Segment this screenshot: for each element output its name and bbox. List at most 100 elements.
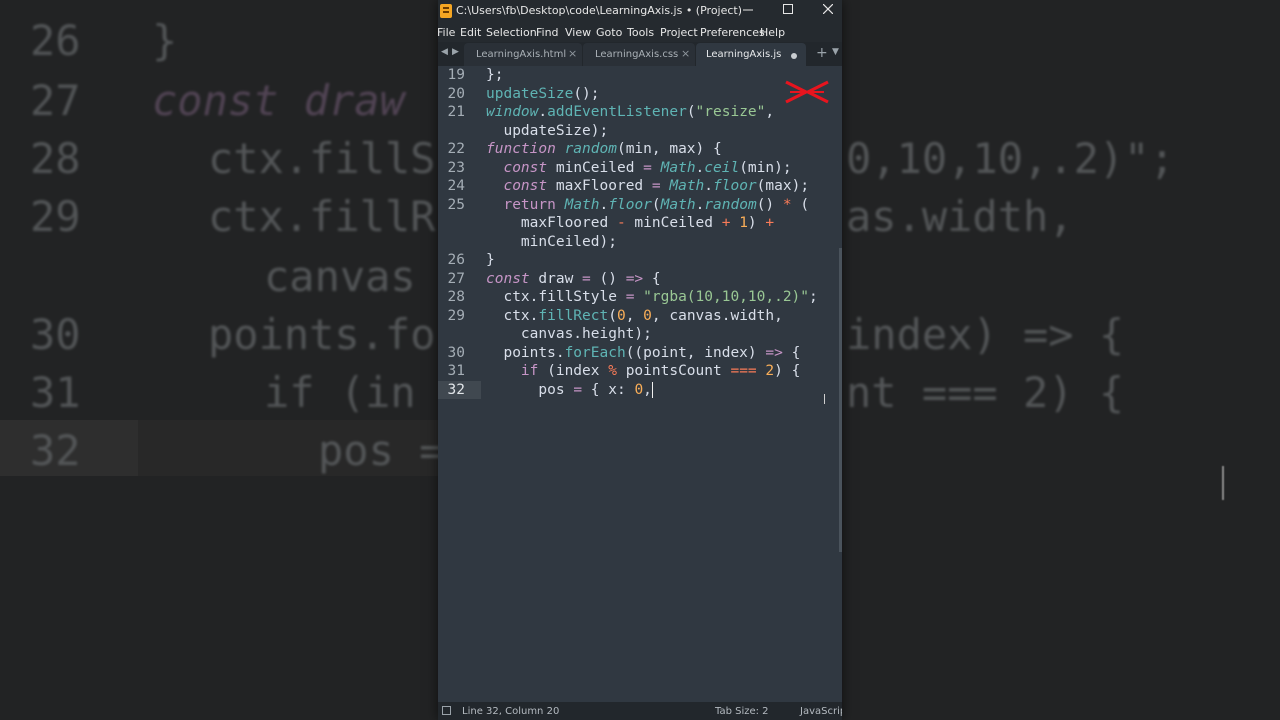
menu-project[interactable]: Project [660,26,698,39]
new-tab-plus-icon[interactable]: + [816,45,828,61]
tab-label: LearningAxis.js [706,49,782,60]
code-text[interactable]: const maxFloored = Math.floor(max); [486,177,809,196]
minimize-icon [743,9,753,11]
code-line[interactable]: 22 function random(min, max) { [438,140,842,159]
bg-code: ctx.fillR [208,192,436,241]
menu-file[interactable]: File [438,26,455,39]
code-text[interactable]: window.addEventListener("resize", [486,103,774,122]
menu-find[interactable]: Find [536,26,559,39]
code-line[interactable]: 23 const minCeiled = Math.ceil(min); [438,159,842,178]
code-line[interactable]: 26} [438,251,842,270]
tab-learningaxis-html[interactable]: LearningAxis.html × [464,43,582,66]
code-line[interactable]: minCeiled); [438,233,842,252]
code-line[interactable]: 25 return Math.floor(Math.random() * ( [438,196,842,215]
code-text[interactable]: updateSize); [486,122,608,141]
code-line[interactable]: updateSize); [438,122,842,141]
code-editor[interactable]: 19}; 20 updateSize(); 21 window.addEventList… [438,66,842,702]
code-text[interactable]: const minCeiled = Math.ceil(min); [486,159,791,178]
sublime-app-icon [440,4,452,18]
code-text[interactable]: canvas.height); [486,325,652,344]
code-text[interactable]: minCeiled); [486,233,617,252]
maximize-button[interactable] [768,0,808,22]
modified-dot-icon[interactable] [791,53,797,59]
code-text[interactable]: pos = { x: 0, [486,381,654,400]
line-number [438,233,481,252]
code-line[interactable]: 29 ctx.fillRect(0, 0, canvas.width, [438,307,842,326]
tab-list-chevron-down-icon[interactable]: ▼ [832,47,839,57]
code-line[interactable]: 28 ctx.fillStyle = "rgba(10,10,10,.2)"; [438,288,842,307]
code-text[interactable]: return Math.floor(Math.random() * ( [486,196,809,215]
code-text[interactable]: } [486,251,495,270]
cursor-position[interactable]: Line 32, Column 20 [462,706,559,717]
bg-code: ctx.fillS [208,134,436,183]
title-bar[interactable]: C:\Users\fb\Desktop\code\LearningAxis.js… [438,0,842,22]
menu-selection[interactable]: Selection [486,26,537,39]
menu-goto[interactable]: Goto [596,26,622,39]
line-number: 19 [447,67,465,83]
code-text[interactable]: function random(min, max) { [486,140,722,159]
code-line[interactable]: 30 points.forEach((point, index) => { [438,344,842,363]
tab-bar: ◀ ▶ LearningAxis.html × LearningAxis.css… [438,42,842,66]
line-number: 30 [447,344,465,361]
bg-line-number: 30 [30,310,81,359]
menu-view[interactable]: View [565,26,591,39]
menu-preferences[interactable]: Preferences [700,26,765,39]
text-caret [651,381,654,398]
menu-help[interactable]: Help [760,26,785,39]
line-number [438,325,481,344]
mouse-ibeam-icon [824,394,829,404]
code-line[interactable]: 21 window.addEventListener("resize", [438,103,842,122]
line-number: 20 [447,85,465,102]
menu-bar: File Edit Selection Find View Goto Tools… [438,22,842,42]
minimize-button[interactable] [728,0,768,22]
bg-code: pos = [318,426,445,475]
scrollbar[interactable] [839,248,842,552]
code-text[interactable]: ctx.fillStyle = "rgba(10,10,10,.2)"; [486,288,817,307]
code-text[interactable]: updateSize(); [486,85,600,104]
tab-scroll-right-icon[interactable]: ▶ [452,47,459,57]
code-line[interactable]: maxFloored - minCeiled + 1) + [438,214,842,233]
menu-edit[interactable]: Edit [460,26,481,39]
tab-label: LearningAxis.html [476,49,567,60]
bg-ibeam-cursor-icon [1222,466,1238,500]
code-text[interactable]: }; [486,66,503,85]
close-button[interactable] [808,0,842,22]
line-number: 27 [447,270,465,287]
code-text[interactable]: ctx.fillRect(0, 0, canvas.width, [486,307,782,326]
line-number: 31 [447,363,465,379]
tab-scroll-left-icon[interactable]: ◀ [441,47,448,57]
tab-close-icon[interactable]: × [568,47,577,60]
code-text[interactable]: const draw = () => { [486,270,661,289]
code-text[interactable]: if (index % pointsCount === 2) { [486,362,800,381]
sublime-window: C:\Users\fb\Desktop\code\LearningAxis.js… [438,0,842,720]
tab-label: LearningAxis.css [595,49,679,60]
code-line[interactable]: 24 const maxFloored = Math.floor(max); [438,177,842,196]
tab-close-icon[interactable]: × [681,47,690,60]
code-line[interactable]: 27 const draw = () => { [438,270,842,289]
bg-line-number: 29 [30,192,81,241]
syntax-selector[interactable]: JavaScript [800,706,842,717]
code-line[interactable]: 19}; [438,66,842,85]
bg-code-right: as.width, [846,192,1074,241]
code-line[interactable]: 32 pos = { x: 0, [438,380,842,400]
tab-learningaxis-css[interactable]: LearningAxis.css × [583,43,695,66]
panel-toggle-icon[interactable] [442,706,451,715]
bg-line-number: 27 [30,76,81,125]
line-number: 32 [438,380,481,399]
bg-code: points.fo [208,310,436,359]
bg-code: canvas [264,252,416,301]
code-line[interactable]: 31 if (index % pointsCount === 2) { [438,362,842,381]
menu-tools[interactable]: Tools [627,26,654,39]
code-line[interactable]: canvas.height); [438,325,842,344]
line-number [438,122,481,141]
line-number [438,214,481,233]
window-title: C:\Users\fb\Desktop\code\LearningAxis.js… [456,4,741,17]
tab-learningaxis-js[interactable]: LearningAxis.js [696,43,806,66]
tab-size[interactable]: Tab Size: 2 [715,706,769,717]
line-number: 21 [447,104,465,120]
code-text[interactable]: maxFloored - minCeiled + 1) + [486,214,774,233]
channel-logo-icon [785,80,829,104]
line-number: 28 [447,289,465,305]
code-line[interactable]: 20 updateSize(); [438,85,842,104]
code-text[interactable]: points.forEach((point, index) => { [486,344,800,363]
